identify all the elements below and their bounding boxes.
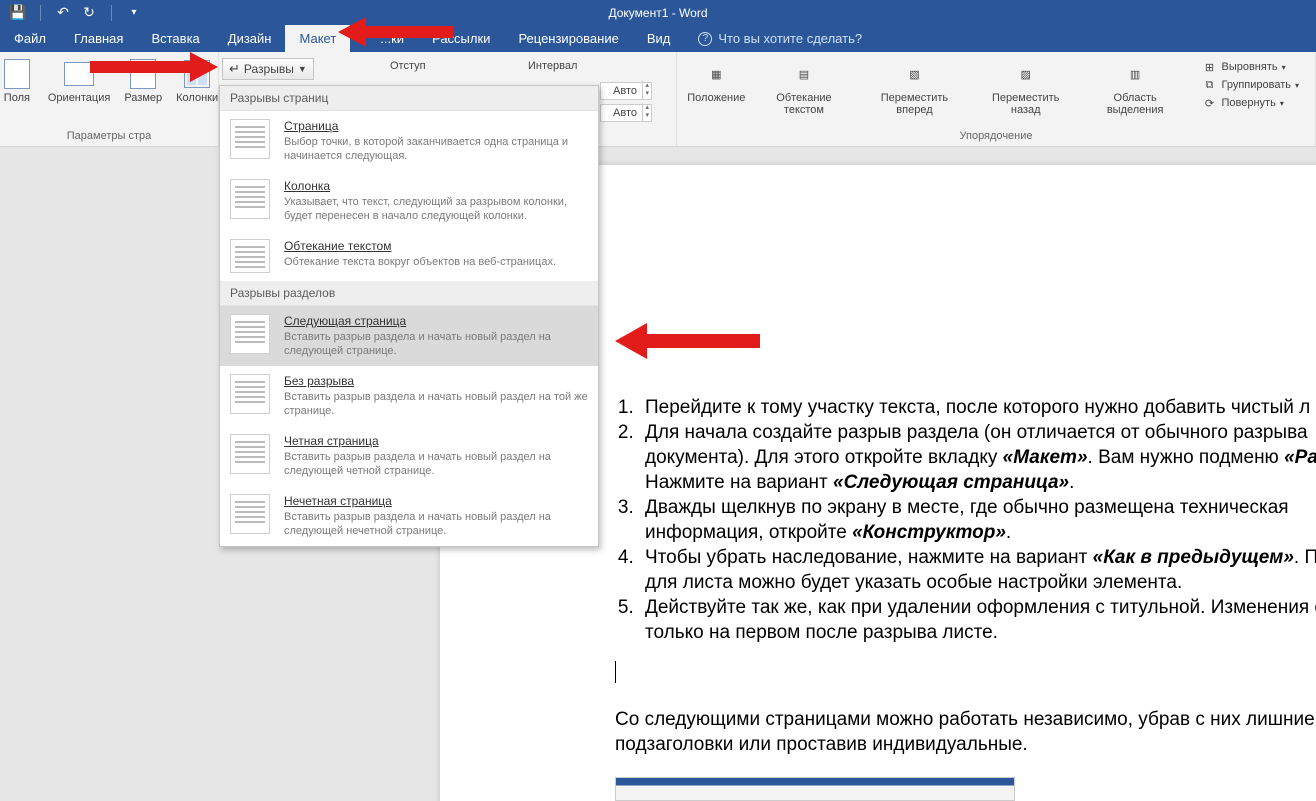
group-icon: ⧉ <box>1201 79 1217 92</box>
rotate-button[interactable]: ⟳Повернуть▾ <box>1197 94 1303 112</box>
tab-view[interactable]: Вид <box>633 25 685 52</box>
spacing-after[interactable]: Авто <box>600 104 652 122</box>
position-button[interactable]: ▦ Положение <box>683 56 750 106</box>
breaks-dropdown: Разрывы страниц СтраницаВыбор точки, в к… <box>219 85 599 547</box>
arrange-label: Упорядочение <box>960 130 1033 144</box>
odd-page-icon <box>230 494 270 534</box>
indent-label: Отступ <box>390 60 426 72</box>
continuous-icon <box>230 374 270 414</box>
spacing-label: Интервал <box>528 60 577 72</box>
margins-button[interactable]: Поля <box>0 56 40 106</box>
tab-design[interactable]: Дизайн <box>214 25 286 52</box>
break-next-page[interactable]: Следующая страницаВставить разрыв раздел… <box>220 306 598 366</box>
list-item: Перейдите к тому участку текста, после к… <box>639 395 1316 420</box>
break-odd-page[interactable]: Нечетная страницаВставить разрыв раздела… <box>220 486 598 546</box>
send-backward-button[interactable]: ▨ Переместить назад <box>973 56 1079 118</box>
tab-home[interactable]: Главная <box>60 25 137 52</box>
list-item: Действуйте так же, как при удалении офор… <box>639 595 1316 645</box>
qat-customize-icon[interactable]: ▾ <box>126 5 142 21</box>
margins-icon <box>1 58 33 90</box>
break-text-wrapping[interactable]: Обтекание текстомОбтекание текста вокруг… <box>220 231 598 281</box>
wrap-break-icon <box>230 239 270 273</box>
bulb-icon: ? <box>698 32 712 46</box>
column-break-icon <box>230 179 270 219</box>
tab-file[interactable]: Файл <box>0 25 60 52</box>
tab-insert[interactable]: Вставка <box>137 25 213 52</box>
group-button[interactable]: ⧉Группировать▾ <box>1197 76 1303 94</box>
break-column[interactable]: КолонкаУказывает, что текст, следующий з… <box>220 171 598 231</box>
wrap-text-button[interactable]: ▤ Обтекание текстом <box>752 56 857 118</box>
wrap-text-icon: ▤ <box>788 58 820 90</box>
arrange-mini: ⊞Выровнять▾ ⧉Группировать▾ ⟳Повернуть▾ <box>1191 56 1309 114</box>
group-arrange-wrap: ▦ Положение ▤ Обтекание текстом ▧ Переме… <box>676 52 1316 146</box>
tab-review[interactable]: Рецензирование <box>504 25 632 52</box>
tell-me[interactable]: ? Что вы хотите сделать? <box>698 25 862 52</box>
document-title: Документ1 - Word <box>608 6 707 20</box>
page-breaks-header: Разрывы страниц <box>220 86 598 111</box>
list-item: Дважды щелкнув по экрану в месте, где об… <box>639 495 1316 545</box>
chevron-down-icon: ▼ <box>298 64 307 74</box>
paragraph: Со следующими страницами можно работать … <box>615 707 1316 757</box>
align-button[interactable]: ⊞Выровнять▾ <box>1197 58 1303 76</box>
break-even-page[interactable]: Четная страницаВставить разрыв раздела и… <box>220 426 598 486</box>
group-arrange: ▦ Положение ▤ Обтекание текстом ▧ Переме… <box>677 52 1316 146</box>
page-break-icon <box>230 119 270 159</box>
list-item: Чтобы убрать наследование, нажмите на ва… <box>639 545 1316 595</box>
align-icon: ⊞ <box>1201 61 1217 74</box>
breaks-icon: ↵ <box>229 61 240 77</box>
annotation-arrow-3 <box>615 320 765 366</box>
embedded-screenshot <box>615 777 1015 801</box>
selection-pane-icon: ▥ <box>1119 58 1151 90</box>
bring-forward-button[interactable]: ▧ Переместить вперед <box>858 56 970 118</box>
rotate-icon: ⟳ <box>1201 97 1217 110</box>
text-cursor <box>615 661 1316 683</box>
send-backward-icon: ▨ <box>1010 58 1042 90</box>
undo-icon[interactable]: ↶ <box>55 5 71 21</box>
page-setup-label: Параметры стра <box>67 130 151 144</box>
save-icon[interactable]: 💾 <box>10 5 26 21</box>
section-breaks-header: Разрывы разделов <box>220 281 598 306</box>
break-continuous[interactable]: Без разрываВставить разрыв раздела и нач… <box>220 366 598 426</box>
annotation-arrow-2 <box>90 49 220 89</box>
position-icon: ▦ <box>700 58 732 90</box>
selection-pane-button[interactable]: ▥ Область выделения <box>1081 56 1190 118</box>
next-page-icon <box>230 314 270 354</box>
quick-access-toolbar: 💾 ↶ ↻ ▾ <box>0 5 142 21</box>
ribbon-tabs: Файл Главная Вставка Дизайн Макет ...ки … <box>0 25 1316 52</box>
breaks-label: Разрывы <box>244 62 294 76</box>
title-bar: 💾 ↶ ↻ ▾ Документ1 - Word <box>0 0 1316 25</box>
bring-forward-icon: ▧ <box>898 58 930 90</box>
spacing-before[interactable]: Авто <box>600 82 652 100</box>
redo-icon[interactable]: ↻ <box>81 5 97 21</box>
list-item: Для начала создайте разрыв раздела (он о… <box>639 420 1316 495</box>
tell-me-text: Что вы хотите сделать? <box>718 31 862 46</box>
break-page[interactable]: СтраницаВыбор точки, в которой заканчива… <box>220 111 598 171</box>
breaks-button[interactable]: ↵ Разрывы ▼ <box>222 58 314 80</box>
instruction-list: Перейдите к тому участку текста, после к… <box>615 395 1316 645</box>
document-canvas[interactable]: Перейдите к тому участку текста, после к… <box>0 147 1316 801</box>
even-page-icon <box>230 434 270 474</box>
annotation-arrow-1 <box>338 14 458 54</box>
